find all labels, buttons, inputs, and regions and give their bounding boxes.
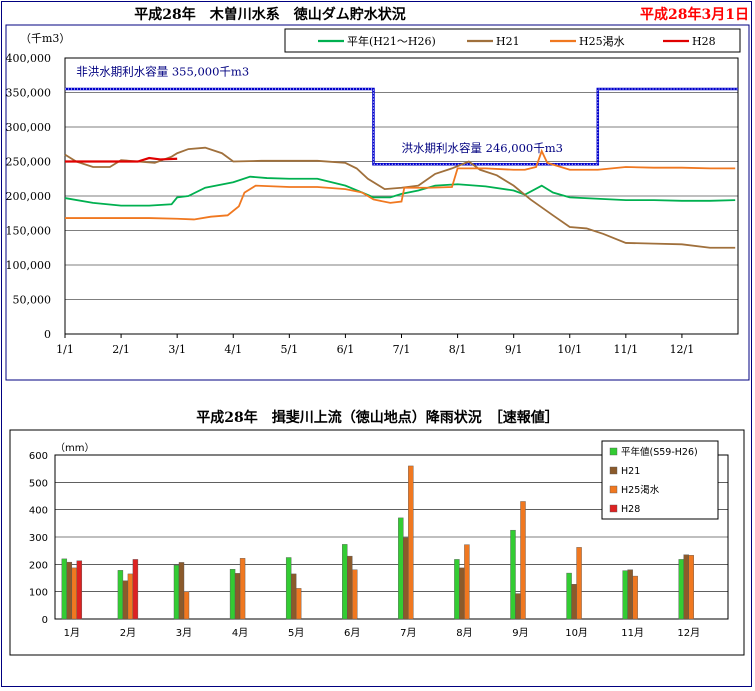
rain-bar-bar_h21: [66, 561, 73, 620]
rain-legend-label-bar_h25: H25渇水: [621, 484, 660, 496]
rain-bar-bar_h28: [76, 560, 83, 620]
rain-bar-bar_h21: [627, 569, 633, 620]
rain-bar-bar_h21: [515, 593, 521, 620]
rain-bar-bar_h25: [576, 547, 582, 620]
rain-bar-bar_h21: [459, 567, 465, 620]
rain-legend-swatch-bar_h25: [609, 485, 618, 494]
rain-bar-bar_h25: [295, 588, 302, 620]
rain-x-tick-label: 4月: [232, 627, 248, 639]
rain-x-tick-label: 5月: [288, 627, 304, 639]
rain-legend-label-bar_normal: 平年値(S59-H26): [621, 446, 698, 458]
rain-bar-bar_h25: [352, 569, 358, 620]
rain-bar-bar_h21: [571, 584, 577, 620]
rain-y-tick-label: 200: [29, 560, 48, 571]
rain-bar-bar_normal: [678, 559, 684, 620]
rain-bar-bar_h21: [290, 573, 297, 620]
rain-x-tick-label: 11月: [621, 627, 644, 639]
rain-bar-bar_normal: [117, 570, 124, 620]
rain-legend-label-bar_h21: H21: [621, 466, 640, 477]
rain-x-tick-label: 3月: [176, 627, 192, 639]
rain-y-tick-label: 500: [29, 478, 48, 489]
rain-bar-bar_normal: [342, 544, 348, 620]
rain-chart: 0 100 200 300 400 500 600 （mm） 1月 2月 3月 4月 5月 6月 7月 8月 9…: [9, 429, 745, 656]
rain-legend-swatch-bar_h21: [609, 466, 618, 475]
rain-y-tick-label: 100: [29, 588, 48, 599]
rain-bar-bar_h25: [71, 567, 78, 620]
rain-legend-swatch-bar_h28: [609, 504, 618, 513]
rain-bar-bar_normal: [285, 557, 292, 620]
rain-x-tick-label: 1月: [64, 627, 80, 639]
rain-bar-bar_normal: [622, 570, 628, 620]
rain-bar-bar_h21: [403, 537, 409, 620]
rain-bar-bar_h25: [464, 544, 470, 620]
rain-bar-bar_h25: [239, 558, 246, 620]
rain-bar-bar_normal: [173, 564, 180, 620]
rain-x-tick-label: 9月: [512, 627, 528, 639]
rain-y-axis-label: （mm）: [55, 442, 94, 454]
rain-bar-bar_h28: [132, 559, 139, 620]
rain-legend-swatch-bar_normal: [609, 447, 618, 456]
rain-bar-bar_normal: [454, 559, 460, 620]
rain-bar-bar_h21: [234, 573, 241, 620]
rain-bar-bar_h25: [520, 501, 526, 620]
rain-x-tick-label: 7月: [400, 627, 416, 639]
rain-bar-bar_h21: [347, 555, 353, 620]
rain-bar-bar_h21: [122, 580, 129, 620]
rain-bar-bar_normal: [566, 572, 572, 620]
rain-y-tick-label: 0: [42, 615, 48, 626]
rain-x-tick-label: 12月: [677, 627, 700, 639]
rain-bar-bar_h25: [183, 591, 190, 620]
rain-x-tick-label: 6月: [344, 627, 360, 639]
rain-bar-bar_h25: [688, 555, 694, 620]
rain-legend-label-bar_h28: H28: [621, 504, 640, 515]
rain-bar-bar_normal: [510, 529, 516, 620]
rain-y-tick-label: 300: [29, 533, 48, 544]
rain-bar-bar_h25: [408, 465, 414, 620]
rain-x-tick-label: 10月: [565, 627, 588, 639]
rain-bar-bar_normal: [398, 517, 404, 620]
rain-y-tick-label: 400: [29, 506, 48, 517]
rain-y-tick-label: 600: [29, 451, 48, 462]
rain-x-tick-label: 8月: [456, 627, 472, 639]
rain-bar-bar_normal: [61, 558, 68, 620]
rain-bar-bar_h25: [127, 573, 134, 620]
rain-bar-bar_normal: [229, 569, 236, 620]
rain-x-tick-label: 2月: [120, 627, 136, 639]
rain-bar-bar_h21: [683, 554, 689, 620]
rain-bar-bar_h21: [178, 562, 185, 620]
rain-bar-bar_h25: [632, 575, 638, 620]
